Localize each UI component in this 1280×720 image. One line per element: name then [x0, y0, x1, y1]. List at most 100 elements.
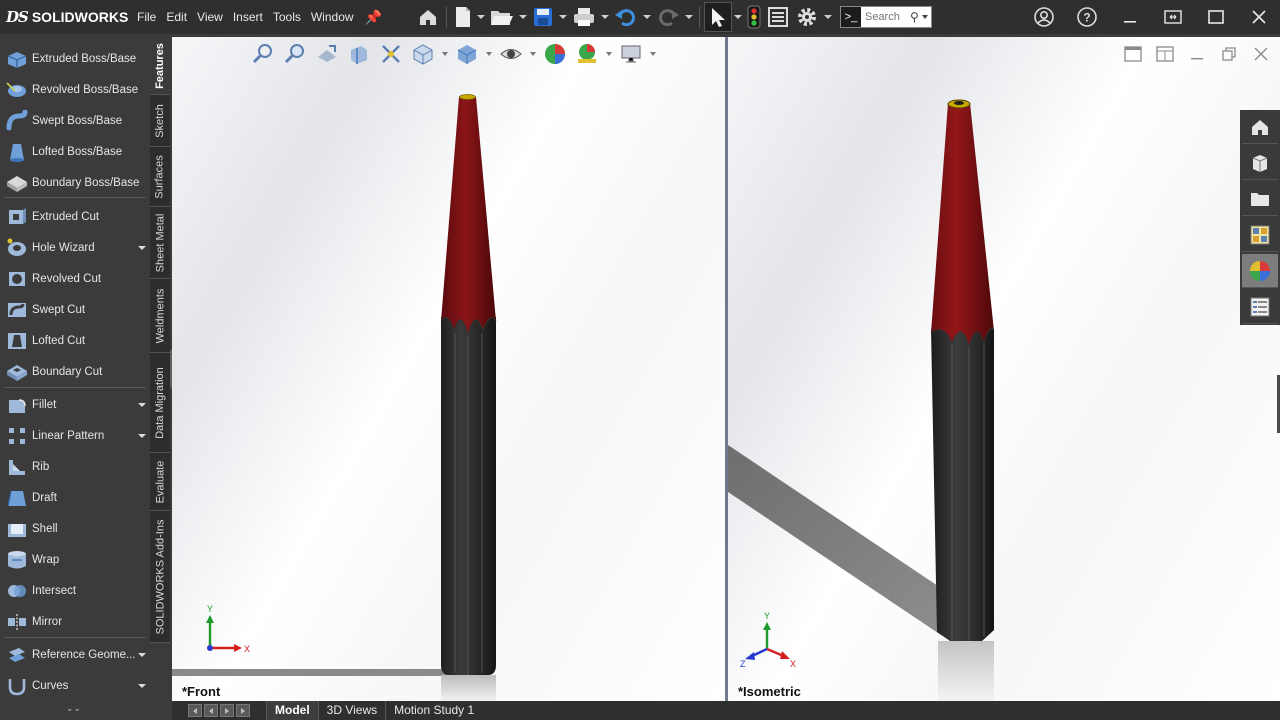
feature-boundary-boss[interactable]: Boundary Boss/Base: [2, 169, 148, 197]
feature-lofted-cut[interactable]: Lofted Cut: [2, 327, 148, 355]
print-button[interactable]: [569, 2, 599, 32]
more-commands-chevron-icon[interactable]: ⌄⌄: [66, 703, 81, 714]
feature-linear-pattern[interactable]: Linear Pattern: [2, 422, 148, 450]
tab-sheet-metal[interactable]: Sheet Metal: [150, 207, 170, 279]
feature-group-divider: [4, 197, 146, 198]
feature-wrap[interactable]: Wrap: [2, 546, 148, 574]
fillet-dropdown[interactable]: [138, 403, 146, 407]
tab-model[interactable]: Model: [266, 701, 318, 720]
account-button[interactable]: [1022, 0, 1065, 34]
app-logo[interactable]: DS SOLIDWORKS: [0, 8, 132, 26]
search-input[interactable]: [860, 11, 909, 23]
undo-button[interactable]: [611, 2, 641, 32]
menu-window[interactable]: Window: [306, 0, 359, 34]
isometric-view-model-canvas[interactable]: Y X Z: [728, 37, 1280, 701]
rebuild-button[interactable]: [744, 2, 764, 32]
task-pane-file-explorer-tab[interactable]: [1242, 182, 1278, 216]
feature-revolved-cut[interactable]: Revolved Cut: [2, 265, 148, 293]
feature-extruded-boss[interactable]: Extruded Boss/Base: [2, 45, 148, 73]
viewport-isometric[interactable]: Y X Z *Isometric: [728, 37, 1280, 701]
save-button[interactable]: [529, 2, 557, 32]
select-dropdown[interactable]: [732, 15, 744, 19]
menu-file[interactable]: File: [132, 0, 161, 34]
options-dropdown[interactable]: [822, 15, 834, 19]
iso-triad-x-label: X: [790, 659, 796, 669]
scroll-previous-tab-button[interactable]: [204, 704, 218, 717]
feature-revolved-boss[interactable]: Revolved Boss/Base: [2, 76, 148, 104]
search-dropdown[interactable]: [920, 15, 930, 19]
feature-intersect[interactable]: Intersect: [2, 577, 148, 605]
help-button[interactable]: ?: [1065, 0, 1108, 34]
print-dropdown[interactable]: [599, 15, 611, 19]
maximize-icon: [1207, 10, 1224, 24]
extruded-boss-icon: [2, 45, 32, 73]
select-button[interactable]: [703, 2, 732, 32]
menu-edit[interactable]: Edit: [161, 0, 192, 34]
minimize-button[interactable]: [1108, 0, 1151, 34]
undo-dropdown[interactable]: [641, 15, 653, 19]
feature-extruded-cut[interactable]: Extruded Cut: [2, 203, 148, 231]
feature-mirror[interactable]: Mirror: [2, 608, 148, 636]
tab-3d-views[interactable]: 3D Views: [317, 701, 385, 720]
tab-motion-study-1[interactable]: Motion Study 1: [385, 701, 482, 720]
tab-features[interactable]: Features: [150, 37, 170, 95]
feature-lofted-boss[interactable]: Lofted Boss/Base: [2, 138, 148, 166]
task-pane-appearances-tab[interactable]: [1242, 254, 1278, 288]
task-pane-view-palette-tab[interactable]: [1242, 218, 1278, 252]
tab-weldments[interactable]: Weldments: [150, 279, 170, 353]
new-document-dropdown[interactable]: [475, 15, 487, 19]
feature-shell[interactable]: Shell: [2, 515, 148, 543]
feature-swept-boss[interactable]: Swept Boss/Base: [2, 107, 148, 135]
feature-swept-cut[interactable]: Swept Cut: [2, 296, 148, 324]
user-account-icon: [1033, 7, 1054, 27]
task-pane-custom-properties-tab[interactable]: [1242, 290, 1278, 324]
maximize-button[interactable]: [1194, 0, 1237, 34]
tab-evaluate[interactable]: Evaluate: [150, 453, 170, 511]
home-button[interactable]: [414, 2, 442, 32]
command-search-icon[interactable]: >_: [840, 7, 861, 27]
feature-boundary-cut[interactable]: Boundary Cut: [2, 358, 148, 386]
hole-wizard-dropdown[interactable]: [138, 246, 146, 250]
curves-dropdown[interactable]: [138, 684, 146, 688]
pin-menu-icon[interactable]: 📌: [359, 9, 388, 26]
tab-surfaces[interactable]: Surfaces: [150, 147, 170, 207]
close-button[interactable]: [1237, 0, 1280, 34]
app-name: SOLIDWORKS: [31, 9, 129, 25]
menu-tools[interactable]: Tools: [268, 0, 306, 34]
select-arrow-icon: [711, 8, 725, 27]
reference-geometry-dropdown[interactable]: [138, 653, 146, 657]
feature-hole-wizard[interactable]: Hole Wizard: [2, 234, 148, 262]
tab-data-migration[interactable]: Data Migration: [150, 353, 170, 453]
floor-reflection: [441, 675, 496, 701]
feature-curves[interactable]: Curves: [2, 672, 148, 700]
linear-pattern-dropdown[interactable]: [138, 434, 146, 438]
file-properties-button[interactable]: [764, 2, 792, 32]
new-document-button[interactable]: [451, 2, 475, 32]
feature-rib[interactable]: Rib: [2, 453, 148, 481]
feature-reference-geometry[interactable]: Reference Geome...: [2, 641, 148, 669]
redo-dropdown[interactable]: [683, 15, 695, 19]
menu-view[interactable]: View: [192, 0, 228, 34]
extruded-cut-icon: [2, 203, 32, 231]
scroll-first-tab-button[interactable]: [188, 704, 202, 717]
floor-reflection: [938, 641, 994, 701]
task-pane-parts-tab[interactable]: [1242, 146, 1278, 180]
viewport-front[interactable]: Y X *Front: [172, 37, 725, 701]
restore-app-button[interactable]: [1151, 0, 1194, 34]
options-button[interactable]: [792, 2, 822, 32]
scroll-last-tab-button[interactable]: [236, 704, 250, 717]
search-icon[interactable]: ⚲: [909, 10, 920, 24]
front-view-model-canvas[interactable]: Y X: [172, 37, 725, 701]
tab-sketch[interactable]: Sketch: [150, 95, 170, 147]
feature-fillet[interactable]: Fillet: [2, 391, 148, 419]
tab-solidworks-add-ins[interactable]: SOLIDWORKS Add-Ins: [150, 511, 170, 643]
open-document-dropdown[interactable]: [517, 15, 529, 19]
save-dropdown[interactable]: [557, 15, 569, 19]
feature-draft[interactable]: Draft: [2, 484, 148, 512]
viewport-splitter[interactable]: [725, 37, 728, 701]
task-pane-home-tab[interactable]: [1242, 110, 1278, 144]
open-document-button[interactable]: [487, 2, 517, 32]
redo-button[interactable]: [653, 2, 683, 32]
scroll-next-tab-button[interactable]: [220, 704, 234, 717]
menu-insert[interactable]: Insert: [228, 0, 268, 34]
